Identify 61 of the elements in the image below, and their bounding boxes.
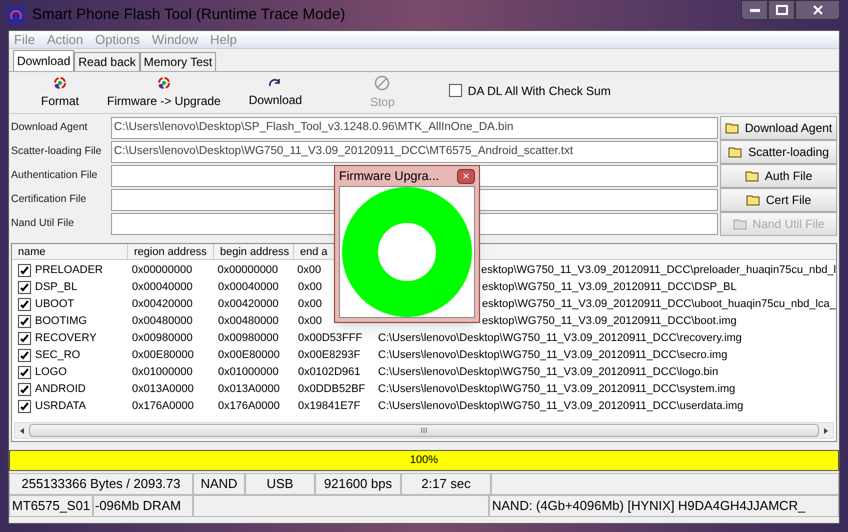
field-label: Certification File [11, 192, 88, 208]
dialog-title: Firmware Upgra... [339, 168, 440, 185]
table-cell-text: 0x00480000 [217, 314, 280, 330]
table-cell-text: 0x013A0000 [131, 382, 195, 398]
window-title: Smart Phone Flash Tool (Runtime Trace Mode) [32, 4, 346, 25]
table-cell-text: 0x013A0000 [217, 382, 281, 398]
table-cell-text: 0x00 [297, 314, 323, 330]
table-cell-text: 0x00 [297, 297, 323, 312]
table-cell-text: 0x00E80000 [217, 348, 281, 364]
status-cell: NAND: (4Gb+4096Mb) [HYNIX] H9DA4GH4JJAMCR_ [489, 495, 839, 517]
status-cell: 255133366 Bytes / 2093.73 [9, 473, 193, 495]
table-cell-text: 0x00980000 [131, 331, 194, 346]
table-cell-text: 0x00420000 [131, 297, 194, 312]
table-cell-text: 0x00980000 [217, 331, 280, 346]
status-cell: 2:17 sec [401, 473, 491, 495]
status-cell: USB [245, 473, 315, 495]
table-cell-text: UBOOT [35, 297, 74, 312]
table-cell-text: C:\Users\lenovo\Desktop\WG750_11_V3.09_20120911_DCC\recovery.img [377, 331, 742, 346]
table-cell-text: 0x00D53FFF [297, 331, 364, 346]
table-cell-text: 0x00E8293F [297, 348, 362, 364]
table-cell-text: SEC_RO [35, 348, 80, 364]
table-cell-text: C:\Users\lenovo\Desktop\WG750_11_V3.09_20120911_DCC\userdata.img [377, 399, 744, 414]
field-label: Nand Util File [11, 216, 76, 232]
table-cell-text: 0x0102D961 [297, 365, 362, 380]
table-cell-text: 0x00 [296, 263, 322, 278]
status-cell: 921600 bps [315, 473, 401, 495]
table-cell-text: 0x19841E7F [297, 399, 362, 414]
progress-text: 100% [408, 453, 440, 468]
table-cell-text: 0x01000000 [217, 365, 280, 380]
table-cell-text: 0x00040000 [131, 280, 194, 296]
table-cell-text: 0x00040000 [217, 280, 280, 296]
table-cell-text: BOOTIMG [35, 314, 87, 330]
field-label: Download Agent [11, 120, 88, 136]
table-cell-text: esktop\WG750_11_V3.09_20120911_DCC\boot.img [481, 314, 737, 330]
table-cell-text: 0x0DDB52BF [297, 382, 366, 398]
table-cell-text: esktop\WG750_11_V3.09_20120911_DCC\DSP_BL [481, 280, 737, 296]
field-label: Scatter-loading File [11, 144, 102, 160]
table-cell-text: 0x176A0000 [131, 399, 195, 414]
table-cell-text: 0x00000000 [130, 263, 194, 278]
table-cell-text: PRELOADER [35, 263, 103, 278]
status-cell: MT6575_S01 [9, 495, 93, 517]
table-cell-text: USRDATA [35, 399, 86, 414]
table-cell-text: 0x00000000 [216, 263, 280, 278]
table-cell-text: 0x00E80000 [131, 348, 195, 364]
table-cell-text: 0x176A0000 [217, 399, 281, 414]
table-cell-text: DSP_BL [35, 280, 78, 296]
table-cell-text: 0x00420000 [217, 297, 280, 312]
table-cell-text: RECOVERY [35, 331, 97, 346]
table-cell-text: C:\Users\lenovo\Desktop\WG750_11_V3.09_20120911_DCC\logo.bin [377, 365, 718, 380]
table-cell-text: 0x00 [297, 280, 323, 296]
table-cell-text: ANDROID [35, 382, 86, 398]
table-cell-text: esktop\WG750_11_V3.09_20120911_DCC\preloader_huaqin75cu_nbd_l [480, 263, 836, 278]
table-cell-text: C:\Users\lenovo\Desktop\WG750_11_V3.09_20120911_DCC\system.img [377, 382, 736, 398]
table-cell-text: 0x01000000 [131, 365, 194, 380]
status-cell: NAND [193, 473, 245, 495]
table-cell-text: C:\Users\lenovo\Desktop\WG750_11_V3.09_20120911_DCC\secro.img [377, 348, 728, 364]
table-cell-text: esktop\WG750_11_V3.09_20120911_DCC\uboot_huaqin75cu_nbd_lca_ [481, 297, 836, 312]
table-cell-text: 0x00480000 [131, 314, 194, 330]
status-cell: -096Mb DRAM [93, 495, 193, 517]
table-cell-text: LOGO [35, 365, 67, 380]
field-label: Authentication File [11, 168, 98, 184]
